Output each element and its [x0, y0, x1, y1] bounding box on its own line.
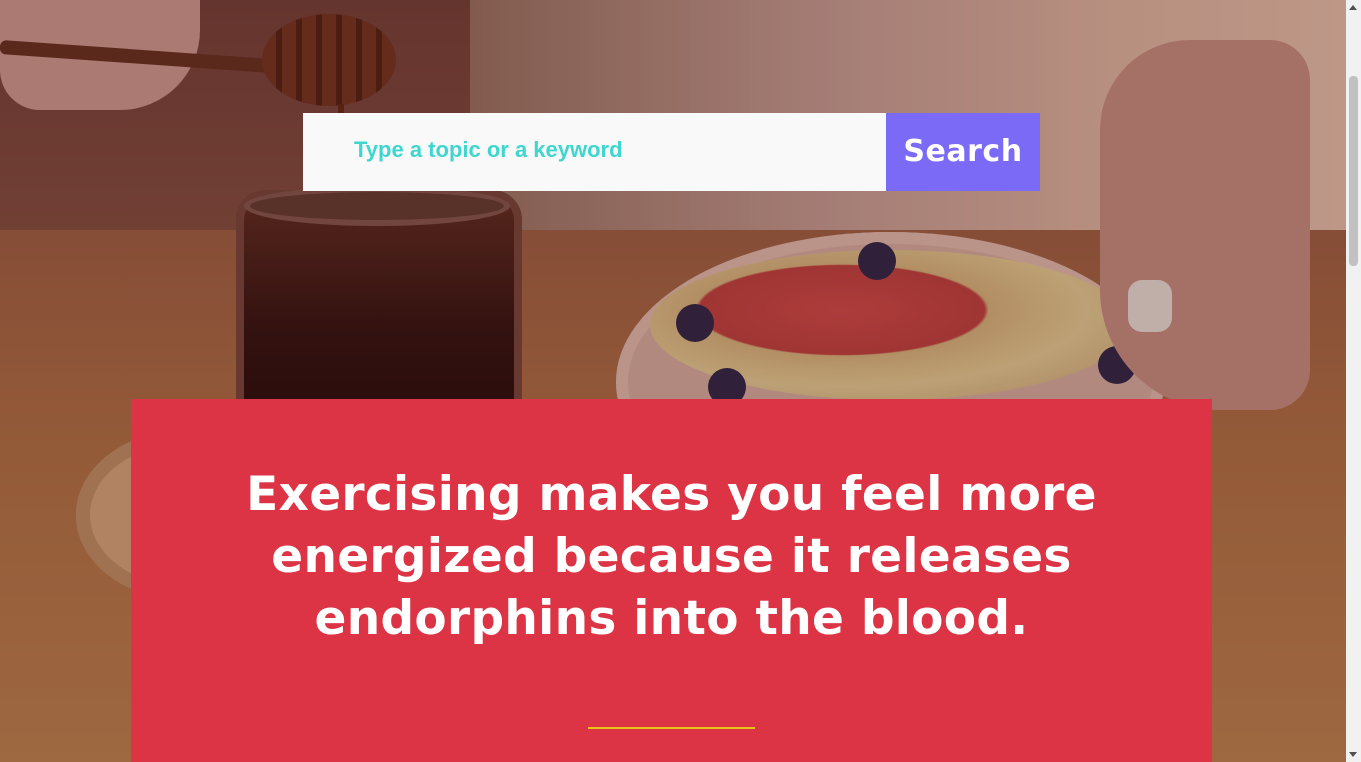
search-input[interactable] — [303, 113, 886, 191]
quote-text: Exercising makes you feel more energized… — [246, 467, 1097, 646]
search-button[interactable]: Search — [886, 113, 1040, 191]
scrollbar-thumb[interactable] — [1349, 76, 1358, 266]
vertical-scrollbar[interactable] — [1346, 0, 1361, 762]
scroll-up-arrow-icon[interactable] — [1349, 5, 1357, 10]
scroll-down-arrow-icon[interactable] — [1349, 752, 1357, 757]
quote-divider — [588, 727, 755, 729]
page: Search Exercising makes you feel more en… — [0, 0, 1361, 762]
quote-card: Exercising makes you feel more energized… — [131, 399, 1212, 762]
search-form: Search — [303, 113, 1040, 191]
